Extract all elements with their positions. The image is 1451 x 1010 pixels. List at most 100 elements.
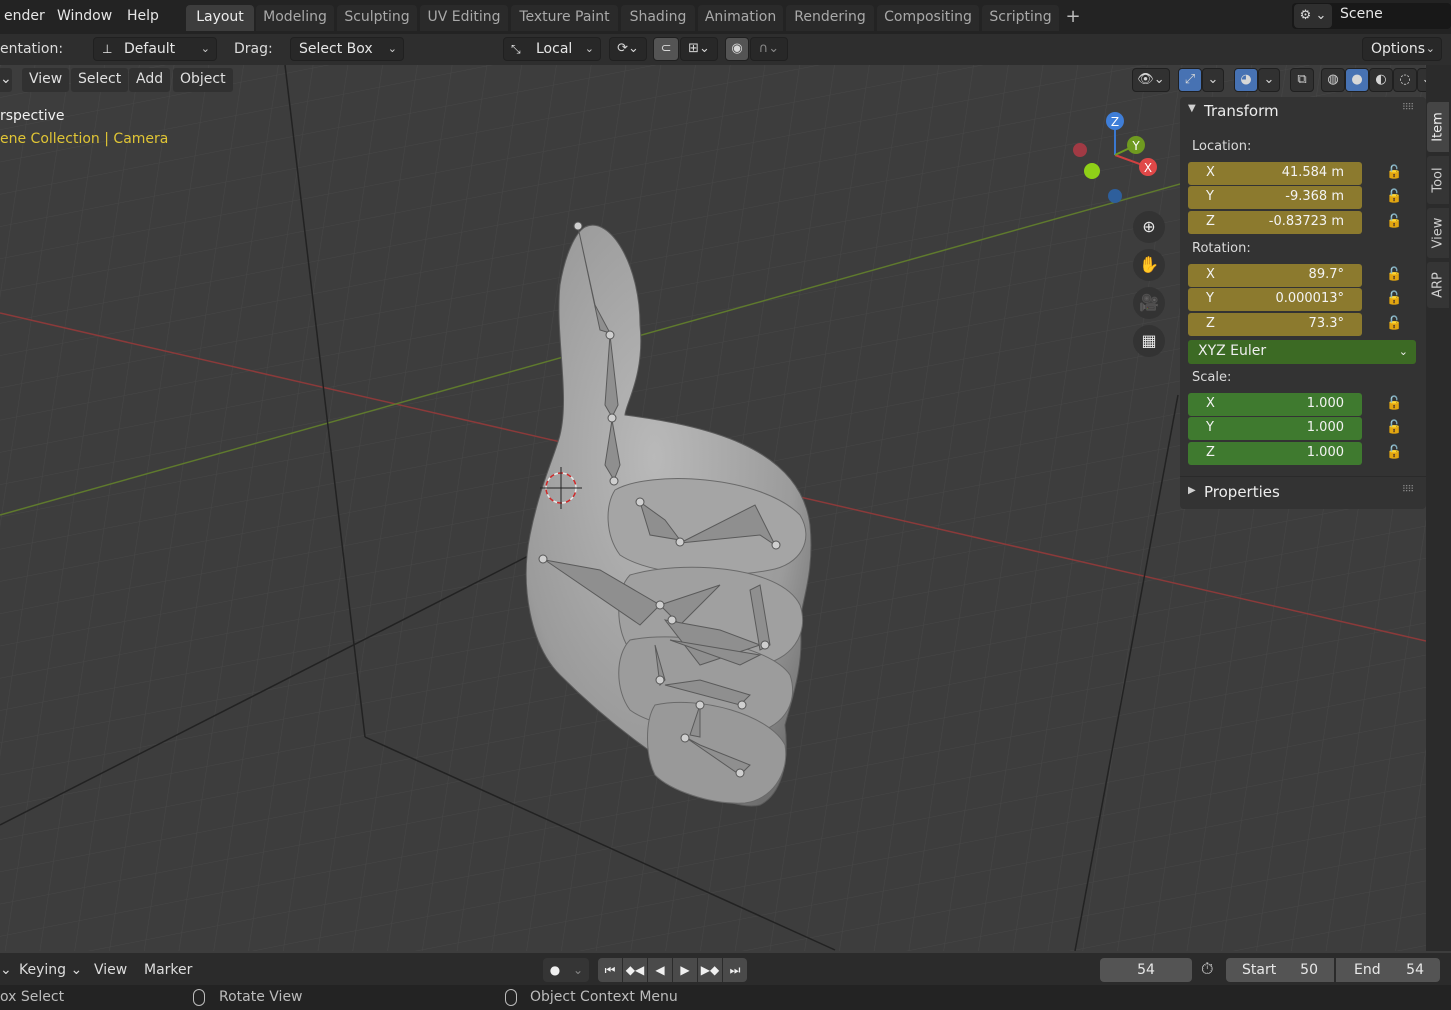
- location-x-field[interactable]: X 41.584 m: [1188, 162, 1362, 185]
- xray-toggle-icon[interactable]: ⧉: [1290, 68, 1314, 92]
- lock-icon[interactable]: 🔓: [1386, 445, 1404, 461]
- tab-view[interactable]: View: [1427, 208, 1449, 258]
- lock-icon[interactable]: 🔓: [1386, 316, 1404, 332]
- lock-icon[interactable]: 🔓: [1386, 396, 1404, 412]
- scene-icon[interactable]: ⚙ ⌄: [1294, 4, 1332, 28]
- axis-label: Y: [1206, 189, 1214, 204]
- tab-compositing[interactable]: Compositing: [877, 5, 979, 31]
- mouse-icon: [193, 989, 205, 1006]
- gizmo-neg-z[interactable]: [1108, 189, 1122, 203]
- wireframe-shading-icon[interactable]: ◍: [1321, 68, 1345, 92]
- solid-shading-icon[interactable]: ●: [1345, 68, 1369, 92]
- expand-arrow-icon[interactable]: ▶: [1188, 485, 1196, 496]
- gizmo-y-label: Y: [1131, 139, 1140, 153]
- editor-type-button[interactable]: ⌄: [0, 68, 12, 92]
- tab-animation[interactable]: Animation: [698, 5, 783, 31]
- end-frame-field[interactable]: End 54: [1336, 958, 1440, 982]
- location-y-field[interactable]: Y -9.368 m: [1188, 186, 1362, 209]
- lock-icon[interactable]: 🔓: [1386, 291, 1404, 307]
- snap-target-button[interactable]: ⊞⌄: [680, 37, 718, 61]
- timeline-menu-marker[interactable]: Marker: [144, 962, 192, 978]
- play-icon[interactable]: ▶: [673, 958, 697, 982]
- record-icon[interactable]: ●: [543, 958, 567, 982]
- tab-item[interactable]: Item: [1427, 102, 1449, 152]
- current-frame-field[interactable]: 54: [1100, 958, 1192, 982]
- lock-icon[interactable]: 🔓: [1386, 267, 1404, 283]
- camera-view-icon[interactable]: 🎥: [1133, 287, 1165, 319]
- keying-menu[interactable]: Keying ⌄: [19, 962, 82, 978]
- stopwatch-icon[interactable]: ⏱: [1201, 959, 1213, 979]
- proportional-edit-icon[interactable]: ◉: [725, 37, 749, 61]
- mouse-icon: [505, 989, 517, 1006]
- perspective-grid-icon[interactable]: ▦: [1133, 325, 1165, 357]
- properties-panel-title[interactable]: Properties: [1204, 483, 1280, 501]
- visibility-icon[interactable]: 👁⌄: [1132, 68, 1170, 92]
- scale-z-field[interactable]: Z 1.000: [1188, 442, 1362, 465]
- drag-grip-icon[interactable]: ⠿⠿: [1402, 103, 1418, 113]
- location-z-field[interactable]: Z -0.83723 m: [1188, 211, 1362, 234]
- next-keyframe-icon[interactable]: ▶◆: [698, 958, 722, 982]
- collapse-arrow-icon[interactable]: ▼: [1188, 103, 1196, 114]
- falloff-button[interactable]: ∩⌄: [750, 37, 788, 61]
- rotation-y-field[interactable]: Y 0.000013°: [1188, 288, 1362, 311]
- viewport-menu-view[interactable]: View: [22, 68, 70, 92]
- transform-orientation-dropdown[interactable]: ⤡ Local ⌄: [503, 37, 601, 61]
- editor-type-button[interactable]: ⌄: [0, 962, 12, 978]
- pivot-point-button[interactable]: ⟳⌄: [609, 37, 647, 61]
- rotation-z-field[interactable]: Z 73.3°: [1188, 313, 1362, 336]
- lock-icon[interactable]: 🔓: [1386, 165, 1404, 181]
- chevron-down-icon[interactable]: ⌄: [1258, 68, 1280, 92]
- rotation-x-field[interactable]: X 89.7°: [1188, 264, 1362, 287]
- tab-uv-editing[interactable]: UV Editing: [420, 5, 508, 31]
- add-workspace-button[interactable]: +: [1062, 7, 1084, 29]
- lock-icon[interactable]: 🔓: [1386, 189, 1404, 205]
- tab-modeling[interactable]: Modeling: [256, 5, 334, 31]
- orientation-dropdown[interactable]: ⊥ Default ⌄: [93, 37, 217, 61]
- tab-arp[interactable]: ARP: [1427, 262, 1449, 308]
- tab-sculpting[interactable]: Sculpting: [337, 5, 417, 31]
- lock-icon[interactable]: 🔓: [1386, 214, 1404, 230]
- tab-layout[interactable]: Layout: [186, 5, 254, 31]
- lock-icon[interactable]: 🔓: [1386, 420, 1404, 436]
- rotation-label: Rotation:: [1192, 241, 1251, 256]
- drag-grip-icon[interactable]: ⠿⠿: [1402, 485, 1418, 495]
- tab-tool[interactable]: Tool: [1427, 156, 1449, 204]
- gizmo-neg-x[interactable]: [1073, 143, 1087, 157]
- chevron-down-icon[interactable]: ⌄: [1417, 68, 1426, 92]
- overlays-toggle-icon[interactable]: ◕: [1234, 68, 1258, 92]
- drag-dropdown[interactable]: Select Box ⌄: [290, 37, 404, 61]
- options-dropdown[interactable]: Options ⌄: [1362, 37, 1442, 61]
- gizmo-toggle-icon[interactable]: ⤢: [1178, 68, 1202, 92]
- pan-hand-icon[interactable]: ✋: [1133, 249, 1165, 281]
- chevron-down-icon[interactable]: ⌄: [1202, 68, 1224, 92]
- tab-rendering[interactable]: Rendering: [786, 5, 874, 31]
- viewport-menu-object[interactable]: Object: [173, 68, 233, 92]
- menu-render[interactable]: ender: [0, 6, 49, 28]
- orientation-icon: ⊥: [102, 42, 113, 56]
- timeline-menu-view[interactable]: View: [94, 962, 127, 978]
- rotation-mode-dropdown[interactable]: XYZ Euler ⌄: [1188, 340, 1416, 364]
- transform-panel-title[interactable]: Transform: [1204, 102, 1279, 120]
- chevron-down-icon[interactable]: ⌄: [567, 958, 589, 982]
- tab-shading[interactable]: Shading: [621, 5, 695, 31]
- rendered-shading-icon[interactable]: ◌: [1393, 68, 1417, 92]
- zoom-icon[interactable]: ⊕: [1133, 211, 1165, 243]
- orientation-label: entation:: [0, 41, 64, 57]
- menu-window[interactable]: Window: [53, 6, 116, 28]
- material-shading-icon[interactable]: ◐: [1369, 68, 1393, 92]
- prev-keyframe-icon[interactable]: ◆◀: [623, 958, 647, 982]
- jump-end-icon[interactable]: ⏭: [723, 958, 747, 982]
- gizmo-neg-y[interactable]: [1084, 163, 1100, 179]
- jump-start-icon[interactable]: ⏮: [598, 958, 622, 982]
- snap-toggle-icon[interactable]: ⊂: [653, 37, 679, 61]
- drag-value: Select Box: [299, 41, 373, 57]
- scale-y-field[interactable]: Y 1.000: [1188, 417, 1362, 440]
- tab-texture-paint[interactable]: Texture Paint: [511, 5, 618, 31]
- menu-help[interactable]: Help: [123, 6, 163, 28]
- start-frame-field[interactable]: Start 50: [1226, 958, 1334, 982]
- viewport-menu-add[interactable]: Add: [129, 68, 171, 92]
- tab-scripting[interactable]: Scripting: [982, 5, 1059, 31]
- play-reverse-icon[interactable]: ◀: [648, 958, 672, 982]
- scale-x-field[interactable]: X 1.000: [1188, 393, 1362, 416]
- viewport-menu-select[interactable]: Select: [71, 68, 129, 92]
